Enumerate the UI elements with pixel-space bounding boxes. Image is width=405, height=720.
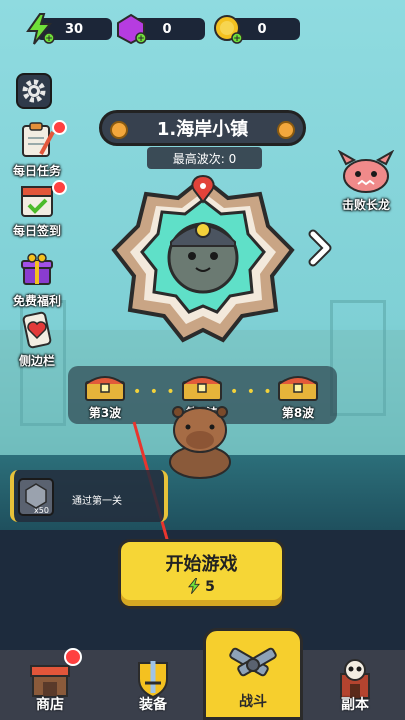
stage-medal[interactable] xyxy=(108,170,298,345)
stage-title-bar: 1.海岸小镇 xyxy=(99,110,306,146)
treasure-chest-icon[interactable] xyxy=(276,372,320,402)
start-game-label: 开始游戏 xyxy=(165,554,238,575)
tab-equipment[interactable]: 装备 xyxy=(103,650,203,720)
svg-text:+: + xyxy=(137,34,145,44)
wave-reward-label: 第8波 xyxy=(281,406,315,420)
shop-icon xyxy=(30,665,70,697)
free-rewards-button[interactable]: 免费福利 xyxy=(8,250,66,309)
wave-reward-label: 第3波 xyxy=(88,406,122,420)
defeat-dragon-button[interactable]: 击败长龙 xyxy=(336,150,396,213)
tab-shop[interactable]: 商店 xyxy=(0,648,100,720)
coin-badge-icon xyxy=(110,121,128,139)
best-wave-label: 最高波次: 0 xyxy=(147,147,262,169)
tab-dungeon[interactable]: 副本 xyxy=(305,650,405,720)
crossed-guns-icon xyxy=(229,647,277,677)
tab-battle[interactable]: 战斗 xyxy=(203,628,303,720)
treasure-chest-icon[interactable] xyxy=(180,372,224,402)
lightning-icon xyxy=(188,577,201,594)
sidebar-button[interactable]: 侧边栏 xyxy=(8,310,66,369)
gem-icon[interactable]: + xyxy=(114,12,148,46)
start-game-button[interactable]: 开始游戏 5 xyxy=(118,539,285,609)
svg-text:+: + xyxy=(45,34,53,44)
reward-count: x50 xyxy=(34,506,49,515)
heart-card-icon xyxy=(22,311,52,349)
lightning-icon[interactable]: + xyxy=(22,12,56,46)
next-stage-arrow-icon[interactable] xyxy=(305,228,335,268)
coin-badge-icon xyxy=(277,121,295,139)
settings-gear-icon[interactable] xyxy=(16,73,52,109)
notification-dot xyxy=(52,120,67,135)
stage-title: 1.海岸小镇 xyxy=(156,119,249,140)
sword-shield-icon xyxy=(138,661,168,698)
dragon-icon xyxy=(337,150,395,193)
daily-checkin-button[interactable]: 每日签到 xyxy=(8,180,67,239)
start-cost: 5 xyxy=(121,577,282,595)
coin-icon[interactable]: + xyxy=(210,12,244,46)
calendar-icon xyxy=(21,186,53,217)
background-crane xyxy=(330,300,386,416)
quest-text: 通过第一关 xyxy=(72,496,122,507)
daily-tasks-button[interactable]: 每日任务 xyxy=(8,120,67,179)
notification-dot xyxy=(52,180,67,195)
treasure-chest-icon[interactable] xyxy=(83,372,127,402)
gift-icon xyxy=(21,253,53,285)
notification-dot xyxy=(64,648,82,666)
svg-text:+: + xyxy=(233,34,241,44)
clipboard-icon xyxy=(22,122,55,157)
